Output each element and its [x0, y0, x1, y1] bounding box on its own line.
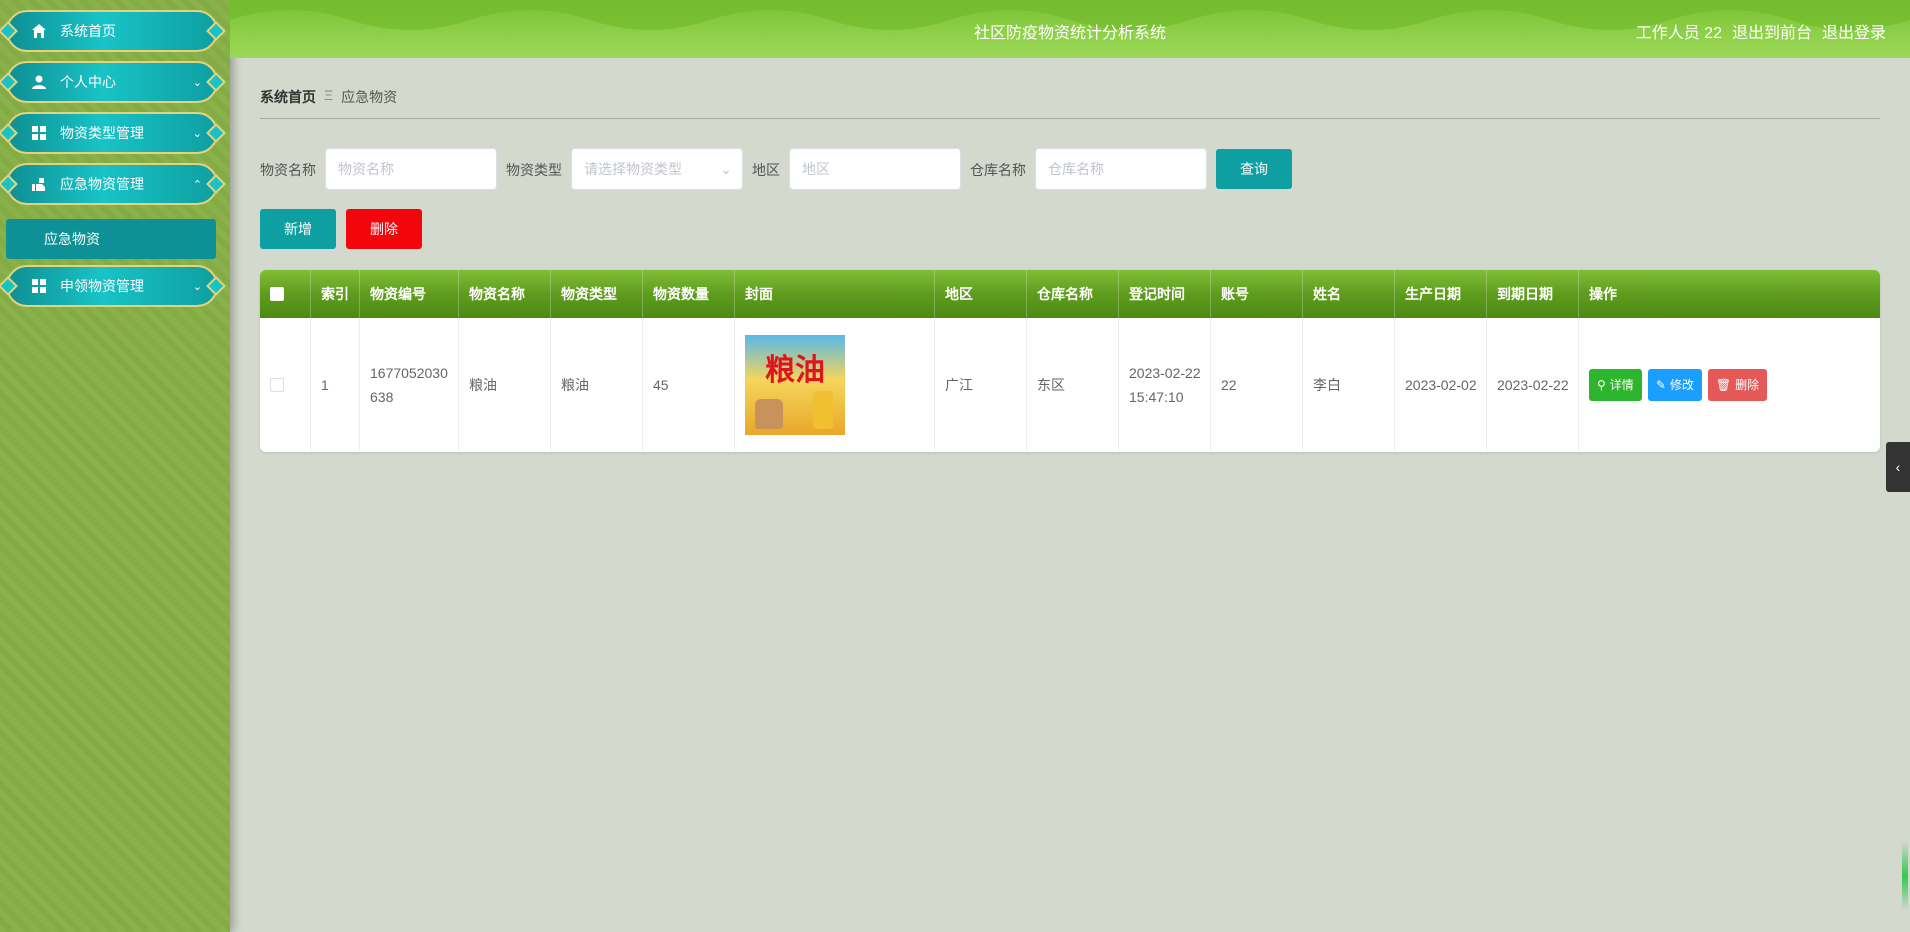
- sidebar-item-emergency[interactable]: 应急物资管理 ⌃: [6, 163, 218, 205]
- cell-exp-date: 2023-02-22: [1487, 318, 1579, 452]
- row-delete-button-label: 删除: [1735, 378, 1760, 392]
- name-input[interactable]: [338, 161, 496, 177]
- cell-type: 粮油: [551, 318, 643, 452]
- name-field[interactable]: [325, 148, 497, 190]
- col-area: 地区: [935, 270, 1027, 318]
- col-account: 账号: [1211, 270, 1303, 318]
- search-icon: ⚲: [1597, 378, 1606, 392]
- row-checkbox[interactable]: [270, 378, 284, 392]
- trash-icon: 🗑: [1715, 378, 1732, 392]
- cover-image[interactable]: 粮油: [745, 335, 845, 435]
- cell-index: 1: [311, 318, 360, 452]
- data-table: 索引 物资编号 物资名称 物资类型 物资数量 封面 地区 仓库名称 登记时间 账…: [260, 270, 1880, 452]
- area-input[interactable]: [802, 161, 960, 177]
- select-all-cell: [260, 270, 311, 318]
- detail-button-label: 详情: [1609, 378, 1634, 392]
- cell-qty: 45: [643, 318, 735, 452]
- user-menu: 工作人员 22 退出到前台 退出登录: [1636, 19, 1886, 43]
- sidebar-item-label: 申领物资管理: [60, 278, 144, 294]
- type-select[interactable]: 请选择物资类型 ⌄: [571, 148, 743, 190]
- grid-icon: [30, 277, 48, 295]
- table-header: 索引 物资编号 物资名称 物资类型 物资数量 封面 地区 仓库名称 登记时间 账…: [260, 270, 1880, 318]
- front-link[interactable]: 退出到前台: [1732, 19, 1812, 43]
- warehouse-label: 仓库名称: [970, 162, 1026, 178]
- edit-button-label: 修改: [1669, 378, 1694, 392]
- select-all-checkbox[interactable]: [270, 287, 284, 301]
- delete-button[interactable]: 删除: [346, 209, 422, 249]
- scroll-indicator[interactable]: [1902, 840, 1908, 912]
- col-ops: 操作: [1589, 286, 1617, 302]
- cover-text: 粮油: [765, 353, 825, 388]
- col-reg-time: 登记时间: [1119, 270, 1211, 318]
- logout-link[interactable]: 退出登录: [1822, 19, 1886, 43]
- col-warehouse: 仓库名称: [1027, 270, 1119, 318]
- sidebar: 系统首页 个人中心 ⌄ 物资类型管理 ⌄ 应急物资管理 ⌃ 应急物资 申领物资管…: [0, 0, 230, 932]
- col-type: 物资类型: [551, 270, 643, 318]
- chevron-left-icon: ‹: [1895, 459, 1901, 475]
- cover-jar: [755, 399, 783, 429]
- chevron-down-icon: ⌄: [192, 127, 202, 140]
- edit-button[interactable]: ✎ 修改: [1647, 369, 1702, 401]
- grid-icon: [30, 124, 48, 142]
- cell-prod-date: 2023-02-02: [1395, 318, 1487, 452]
- sidebar-item-label: 系统首页: [60, 23, 116, 39]
- cell-warehouse: 东区: [1027, 318, 1119, 452]
- warehouse-input[interactable]: [1048, 161, 1206, 177]
- sidebar-item-label: 物资类型管理: [60, 125, 144, 141]
- cell-area: 广江: [935, 318, 1027, 452]
- chevron-down-icon: ⌄: [720, 160, 732, 177]
- top-bar: 社区防疫物资统计分析系统 工作人员 22 退出到前台 退出登录: [230, 0, 1910, 58]
- breadcrumb-home[interactable]: 系统首页: [260, 87, 316, 107]
- breadcrumb-separator: Ξ: [324, 87, 334, 103]
- hand-icon: [30, 175, 48, 193]
- add-button[interactable]: 新增: [260, 209, 336, 249]
- name-label: 物资名称: [260, 162, 316, 178]
- col-qty: 物资数量: [643, 270, 735, 318]
- col-prod-date: 生产日期: [1395, 270, 1487, 318]
- col-cover: 封面: [735, 270, 935, 318]
- col-exp-date: 到期日期: [1487, 270, 1579, 318]
- chevron-up-icon: ⌃: [192, 178, 202, 191]
- sidebar-item-profile[interactable]: 个人中心 ⌄: [6, 61, 218, 103]
- chevron-down-icon: ⌄: [192, 280, 202, 293]
- side-collapse-tab[interactable]: ‹: [1886, 442, 1910, 492]
- cell-reg-time: 2023-02-22 15:47:10: [1119, 318, 1211, 452]
- edit-icon: ✎: [1655, 378, 1666, 392]
- type-label: 物资类型: [506, 162, 562, 178]
- cell-person: 李白: [1303, 318, 1395, 452]
- cell-cover: 粮油: [735, 318, 935, 452]
- chevron-down-icon: ⌄: [192, 76, 202, 89]
- col-name: 物资名称: [459, 270, 551, 318]
- breadcrumb: 系统首页 Ξ 应急物资: [260, 87, 397, 107]
- cell-ops: ⚲ 详情 ✎ 修改 🗑 删除: [1579, 318, 1880, 452]
- row-delete-button[interactable]: 🗑 删除: [1707, 369, 1768, 401]
- row-select-cell: [260, 318, 311, 452]
- breadcrumb-divider: [260, 118, 1880, 119]
- detail-button[interactable]: ⚲ 详情: [1589, 369, 1642, 401]
- col-person: 姓名: [1303, 270, 1395, 318]
- cell-account: 22: [1211, 318, 1303, 452]
- area-label: 地区: [752, 162, 780, 178]
- sidebar-item-material-type[interactable]: 物资类型管理 ⌄: [6, 112, 218, 154]
- user-icon: [30, 73, 48, 91]
- cell-name: 粮油: [459, 318, 551, 452]
- sidebar-item-label: 应急物资管理: [60, 176, 144, 192]
- user-label: 工作人员 22: [1635, 25, 1722, 42]
- type-select-placeholder: 请选择物资类型: [584, 161, 682, 177]
- area-field[interactable]: [789, 148, 961, 190]
- col-index: 索引: [311, 270, 360, 318]
- cover-bottle: [813, 391, 833, 429]
- cell-code: 1677052030638: [360, 318, 459, 452]
- warehouse-field[interactable]: [1035, 148, 1207, 190]
- breadcrumb-current: 应急物资: [341, 89, 398, 105]
- col-code: 物资编号: [360, 270, 459, 318]
- query-button[interactable]: 查询: [1216, 149, 1292, 189]
- sidebar-item-home[interactable]: 系统首页: [6, 10, 218, 52]
- sidebar-item-apply[interactable]: 申领物资管理 ⌄: [6, 265, 218, 307]
- home-icon: [30, 22, 48, 40]
- sidebar-subitem-emergency-supplies[interactable]: 应急物资: [6, 219, 216, 259]
- sidebar-item-label: 个人中心: [60, 74, 116, 90]
